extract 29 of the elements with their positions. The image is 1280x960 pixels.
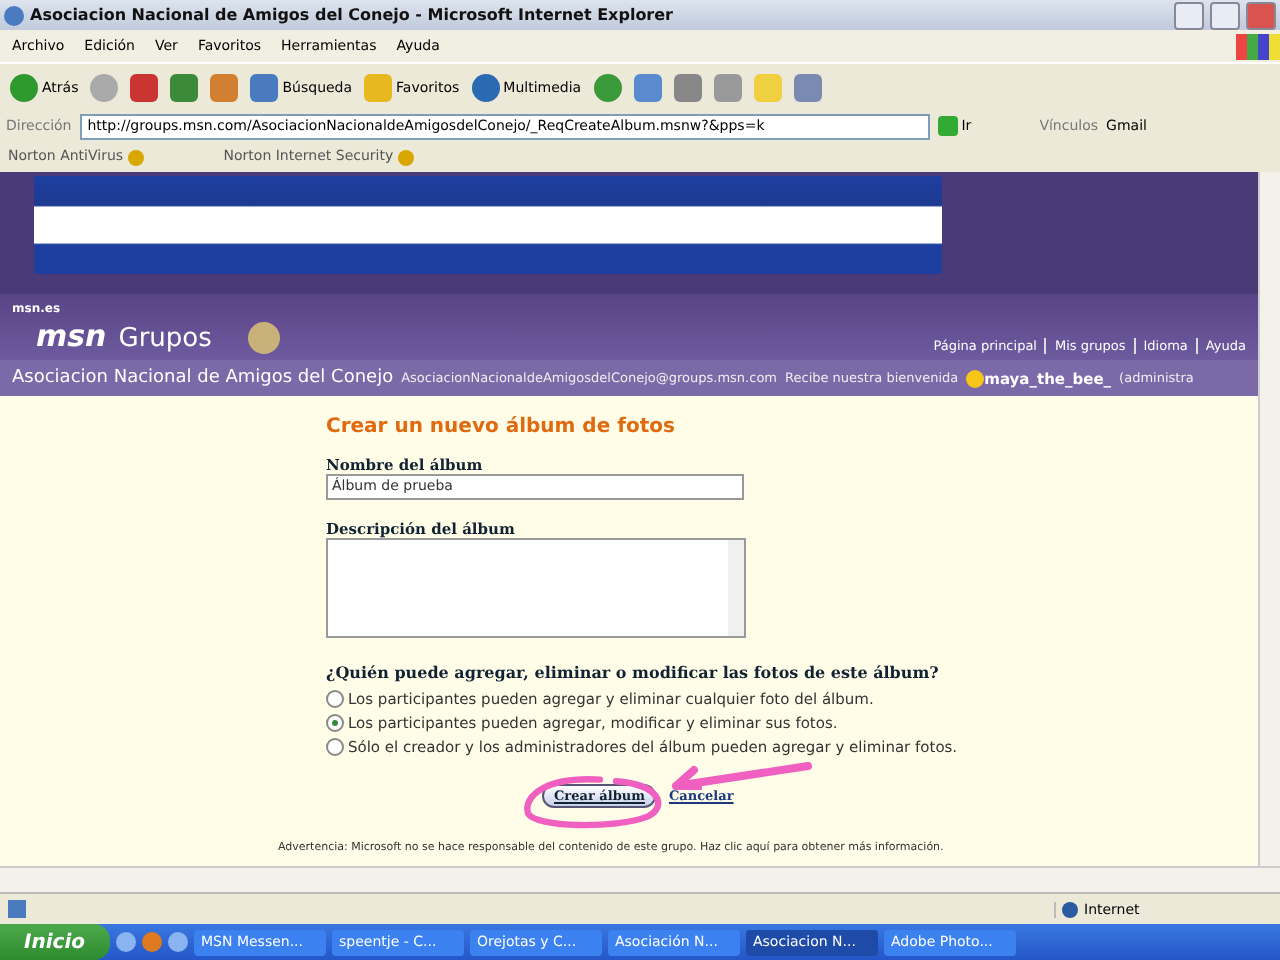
section-title: Grupos — [118, 324, 212, 354]
window-title: Asociacion Nacional de Amigos del Conejo - Microsoft Internet Explorer — [30, 6, 675, 24]
minimize-button[interactable] — [1174, 1, 1204, 29]
radio-button[interactable] — [326, 737, 344, 755]
description-field[interactable] — [326, 538, 746, 638]
windows-logo-icon — [1236, 33, 1280, 59]
question-label: ¿Quién puede agregar, eliminar o modificar las fotos de este álbum? — [326, 662, 941, 682]
radio-button[interactable] — [326, 713, 344, 731]
toolbar-button[interactable] — [128, 71, 161, 103]
toolbar-button[interactable] — [631, 71, 664, 103]
toolbar-button[interactable] — [208, 71, 241, 103]
start-button[interactable]: Inicio — [0, 924, 109, 960]
annotation-arrow — [668, 762, 812, 790]
horizontal-scrollbar[interactable] — [0, 866, 1280, 892]
toolbar-button[interactable] — [88, 71, 121, 103]
toolbar-button[interactable] — [591, 71, 624, 103]
form-title: Crear un nuevo álbum de fotos — [326, 416, 677, 438]
toolbar-button[interactable] — [711, 71, 744, 103]
group-name: Asociacion Nacional de Amigos del Conejo — [12, 368, 394, 388]
toolbar-button[interactable] — [671, 71, 704, 103]
radio-button[interactable] — [326, 689, 344, 707]
page-icon — [8, 900, 26, 918]
toolbar-button[interactable] — [168, 71, 201, 103]
maximize-button[interactable] — [1210, 1, 1240, 29]
msn-logo: msn — [36, 318, 107, 354]
vertical-scrollbar[interactable] — [1258, 172, 1280, 866]
toolbar-button[interactable] — [791, 71, 824, 103]
smiley-icon — [966, 369, 985, 387]
close-button[interactable] — [1246, 1, 1276, 29]
